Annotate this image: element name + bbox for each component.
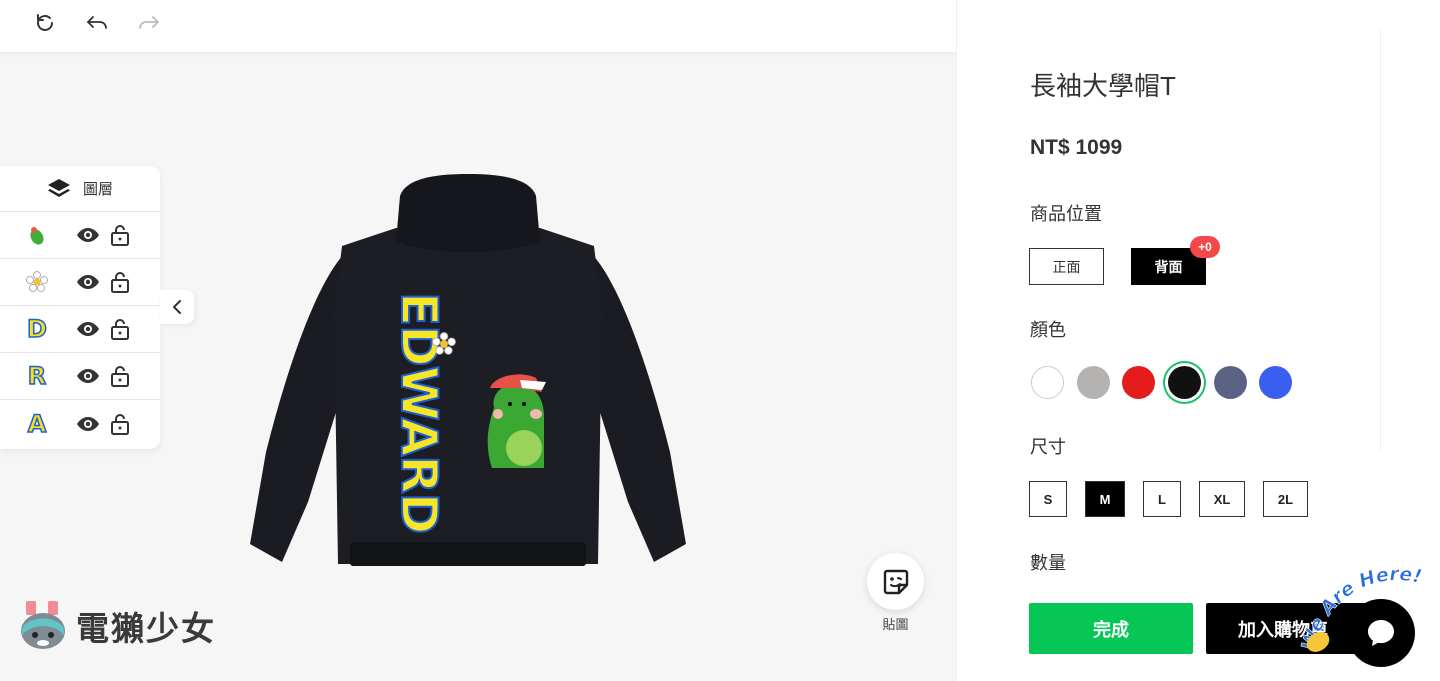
product-price: NT$ 1099 bbox=[1030, 136, 1123, 159]
color-swatch-blue[interactable] bbox=[1259, 366, 1292, 399]
product-title: 長袖大學帽T bbox=[1030, 71, 1176, 101]
layer-letter-thumb: A bbox=[27, 409, 47, 439]
color-swatch-gray[interactable] bbox=[1077, 366, 1110, 399]
layer-row[interactable]: R bbox=[0, 353, 160, 400]
size-label: 尺寸 bbox=[1030, 437, 1066, 457]
color-swatch-red[interactable] bbox=[1122, 366, 1155, 399]
size-l-button[interactable]: L bbox=[1143, 481, 1181, 517]
chat-icon bbox=[1368, 620, 1394, 646]
layer-letter-thumb: R bbox=[27, 361, 47, 391]
layers-icon bbox=[47, 178, 70, 197]
dino-sticker-icon bbox=[24, 221, 50, 249]
position-price-badge: +0 bbox=[1190, 236, 1220, 258]
position-label: 商品位置 bbox=[1030, 204, 1102, 224]
eye-icon[interactable] bbox=[76, 317, 100, 341]
unlock-icon[interactable] bbox=[110, 318, 130, 340]
done-button[interactable]: 完成 bbox=[1029, 603, 1193, 654]
redo-icon[interactable] bbox=[134, 10, 164, 36]
watermark: 電獺少女 bbox=[18, 598, 216, 654]
unlock-icon[interactable] bbox=[110, 365, 130, 387]
flower-sticker[interactable] bbox=[432, 332, 456, 356]
unlock-icon[interactable] bbox=[110, 224, 130, 246]
size-xl-button[interactable]: XL bbox=[1199, 481, 1245, 517]
layer-row[interactable] bbox=[0, 259, 160, 306]
unlock-icon[interactable] bbox=[110, 271, 130, 293]
size-2l-button[interactable]: 2L bbox=[1263, 481, 1308, 517]
layer-row[interactable]: D bbox=[0, 306, 160, 353]
sticker-button[interactable] bbox=[867, 553, 924, 610]
layer-row[interactable]: A bbox=[0, 400, 160, 447]
eye-icon[interactable] bbox=[76, 412, 100, 436]
editor-toolbar bbox=[0, 0, 956, 52]
position-front-button[interactable]: 正面 bbox=[1029, 248, 1104, 285]
quantity-label: 數量 bbox=[1030, 553, 1066, 573]
eye-icon[interactable] bbox=[76, 270, 100, 294]
unlock-icon[interactable] bbox=[110, 413, 130, 435]
layer-letter-thumb: D bbox=[26, 314, 47, 344]
hoodie-mockup[interactable]: EDWARD bbox=[246, 172, 690, 570]
layers-panel: 圖層 D R A bbox=[0, 166, 160, 449]
sticker-label: 貼圖 bbox=[882, 617, 909, 632]
dino-sticker[interactable] bbox=[480, 370, 548, 470]
eye-icon[interactable] bbox=[76, 364, 100, 388]
color-swatch-black[interactable] bbox=[1168, 366, 1201, 399]
panel-divider bbox=[1380, 30, 1381, 450]
design-editor: 圖層 D R A EDWARD 貼圖 電獺少女 bbox=[0, 0, 956, 681]
color-label: 顏色 bbox=[1030, 320, 1066, 340]
layers-header: 圖層 bbox=[0, 166, 160, 212]
refresh-icon[interactable] bbox=[30, 10, 60, 36]
sticker-icon bbox=[883, 569, 908, 594]
chat-widget-button[interactable] bbox=[1347, 599, 1415, 667]
layers-title: 圖層 bbox=[82, 181, 113, 198]
size-s-button[interactable]: S bbox=[1029, 481, 1067, 517]
otter-logo-icon bbox=[21, 601, 65, 649]
color-swatch-slate[interactable] bbox=[1214, 366, 1247, 399]
flower-sticker-icon bbox=[24, 268, 50, 296]
watermark-text: 電獺少女 bbox=[76, 610, 216, 647]
layer-row[interactable] bbox=[0, 212, 160, 259]
design-text[interactable]: EDWARD bbox=[389, 291, 449, 534]
eye-icon[interactable] bbox=[76, 223, 100, 247]
collapse-layers-button[interactable] bbox=[160, 290, 194, 324]
undo-icon[interactable] bbox=[82, 10, 112, 36]
size-m-button[interactable]: M bbox=[1085, 481, 1125, 517]
color-swatch-white[interactable] bbox=[1031, 366, 1064, 399]
chevron-left-icon bbox=[173, 300, 181, 314]
